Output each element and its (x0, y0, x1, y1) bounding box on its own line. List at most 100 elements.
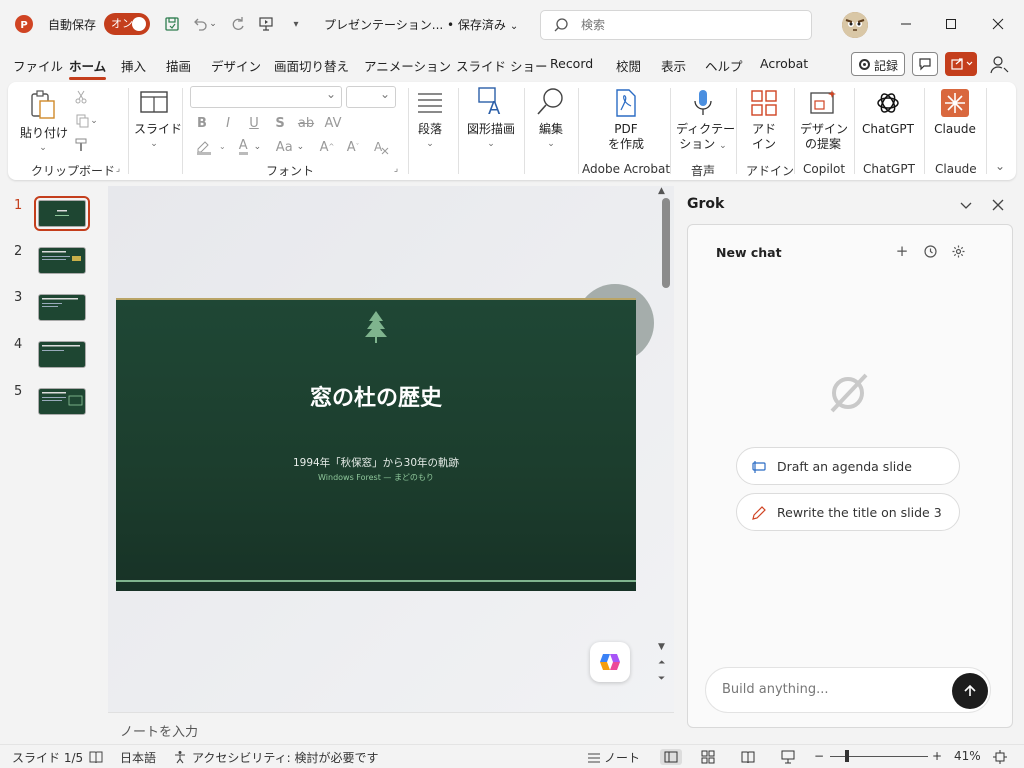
slide-editor[interactable]: 窓の杜の歴史 1994年「秋保窓」から30年の軌跡 Windows Forest… (108, 186, 674, 712)
designer-button[interactable]: デザイン の提案 (800, 88, 848, 158)
zoom-in-icon[interactable]: + (932, 749, 942, 763)
zoom-out-icon[interactable]: − (814, 749, 824, 763)
normal-view-icon[interactable] (660, 749, 682, 765)
paste-button[interactable]: 貼り付け ⌄ (20, 88, 68, 158)
suggestion-rewrite-title[interactable]: Rewrite the title on slide 3 (736, 493, 960, 531)
slide-thumbnail-4[interactable] (38, 341, 86, 368)
tab-acrobat[interactable]: Acrobat (760, 56, 808, 71)
slide-canvas[interactable]: 窓の杜の歴史 1994年「秋保窓」から30年の軌跡 Windows Forest… (116, 298, 636, 591)
font-size-dropdown[interactable] (346, 86, 396, 108)
increase-font-icon[interactable]: A ^ (318, 138, 336, 156)
notes-pane[interactable]: ノートを入力 ▲ (108, 712, 773, 744)
record-button[interactable]: 記録 (851, 52, 905, 76)
next-slide-icon[interactable]: ⏷ (658, 674, 665, 684)
avatar[interactable] (842, 12, 868, 38)
history-icon[interactable] (922, 243, 938, 259)
create-pdf-button[interactable]: PDF を作成 (604, 88, 648, 158)
format-painter-icon[interactable] (72, 136, 90, 154)
reading-view-icon[interactable] (740, 749, 756, 765)
document-title[interactable]: プレゼンテーション... • 保存済み ⌄ (324, 16, 518, 33)
shadow-button[interactable]: S (272, 114, 288, 132)
fit-to-window-icon[interactable] (992, 749, 1008, 765)
slide-thumbnail-3[interactable] (38, 294, 86, 321)
slide-thumbnail-2[interactable] (38, 247, 86, 274)
coauthor-icon[interactable] (988, 54, 1010, 76)
zoom-level[interactable]: 41% (954, 749, 981, 763)
paragraph-button[interactable]: 段落 ⌄ (412, 88, 448, 158)
redo-icon[interactable] (228, 14, 248, 34)
tab-review[interactable]: 校閲 (616, 56, 641, 75)
decrease-font-icon[interactable]: Aˇ (344, 138, 362, 156)
underline-button[interactable]: U (246, 114, 262, 132)
highlight-color-button[interactable]: ⌄ (192, 138, 228, 156)
dialog-launcher-icon[interactable]: ⌟ (112, 162, 124, 176)
font-name-dropdown[interactable] (190, 86, 342, 108)
tab-insert[interactable]: 挿入 (121, 56, 146, 75)
chatgpt-button[interactable]: ChatGPT (860, 88, 916, 158)
plus-icon[interactable]: + (894, 242, 910, 260)
customize-toolbar-icon[interactable]: ▾ (286, 14, 306, 34)
shape-drawing-button[interactable]: A 図形描画 ⌄ (464, 86, 518, 158)
vertical-scrollbar-thumb[interactable] (662, 198, 670, 288)
claude-button[interactable]: Claude (930, 88, 980, 158)
tab-help[interactable]: ヘルプ (705, 56, 743, 75)
accessibility-icon[interactable] (172, 749, 188, 765)
slide-subtitle[interactable]: 1994年「秋保窓」から30年の軌跡 (116, 455, 636, 470)
edit-button[interactable]: 編集 ⌄ (530, 86, 572, 158)
save-icon[interactable] (162, 14, 182, 34)
maximize-button[interactable] (937, 10, 965, 38)
slide-thumbnail-1[interactable] (34, 196, 90, 231)
slide-thumbnail-5[interactable] (38, 388, 86, 415)
search-box[interactable] (540, 10, 812, 40)
chat-input-box[interactable] (705, 667, 991, 713)
close-button[interactable] (984, 10, 1012, 38)
spellcheck-icon[interactable] (88, 749, 104, 765)
character-spacing-button[interactable]: AV (322, 114, 344, 132)
undo-dropdown-icon[interactable]: ⌄ (207, 14, 219, 34)
tab-home[interactable]: ホーム (69, 56, 107, 80)
tab-draw[interactable]: 描画 (166, 56, 191, 75)
clear-formatting-icon[interactable]: A (372, 138, 390, 156)
chat-input[interactable] (722, 682, 942, 697)
minimize-button[interactable] (892, 10, 920, 38)
accessibility-status[interactable]: アクセシビリティ: 検討が必要です (192, 749, 379, 766)
close-pane-icon[interactable] (989, 196, 1007, 214)
tab-animations[interactable]: アニメーション (364, 56, 451, 75)
tab-record[interactable]: Record (550, 56, 593, 71)
tab-transitions[interactable]: 画面切り替え (274, 56, 349, 75)
previous-slide-icon[interactable]: ⏶ (658, 658, 665, 668)
slide-subtitle-secondary[interactable]: Windows Forest — まどのもり (116, 472, 636, 483)
chevron-down-icon[interactable] (957, 196, 975, 214)
present-icon[interactable] (256, 14, 276, 34)
dialog-launcher-icon[interactable]: ⌟ (390, 162, 402, 176)
tab-view[interactable]: 表示 (661, 56, 686, 75)
dictate-button[interactable]: ディクテー ション ⌄ (676, 88, 735, 158)
font-color-button[interactable]: A ⌄ (232, 138, 268, 156)
tab-design[interactable]: デザイン (211, 56, 261, 75)
notes-icon[interactable] (586, 749, 602, 765)
slideshow-view-icon[interactable] (780, 749, 796, 765)
addins-button[interactable]: アド イン (746, 88, 782, 158)
scroll-down-icon[interactable]: ▼ (658, 642, 665, 652)
copy-icon[interactable]: ⌄ (72, 112, 102, 130)
scroll-up-icon[interactable]: ▲ (658, 186, 665, 196)
notes-toggle[interactable]: ノート (604, 749, 640, 766)
suggestion-agenda[interactable]: Draft an agenda slide (736, 447, 960, 485)
copilot-button[interactable] (590, 642, 630, 682)
language-indicator[interactable]: 日本語 (120, 749, 156, 766)
tab-file[interactable]: ファイル (13, 56, 63, 75)
zoom-slider-thumb[interactable] (845, 750, 849, 762)
cut-icon[interactable] (72, 88, 90, 106)
italic-button[interactable]: I (220, 114, 236, 132)
share-button[interactable] (945, 52, 977, 76)
search-input[interactable] (581, 16, 801, 34)
slide-sorter-icon[interactable] (700, 749, 716, 765)
slide-title[interactable]: 窓の杜の歴史 (116, 380, 636, 412)
change-case-button[interactable]: Aa ⌄ (272, 138, 308, 156)
autosave-toggle[interactable]: オン (104, 13, 150, 35)
tab-slideshow[interactable]: スライド ショー (456, 56, 547, 75)
strikethrough-button[interactable]: ab (296, 114, 316, 132)
gear-icon[interactable] (950, 243, 966, 259)
send-button[interactable] (952, 673, 988, 709)
ribbon-expand-icon[interactable]: ⌄ (992, 158, 1008, 174)
